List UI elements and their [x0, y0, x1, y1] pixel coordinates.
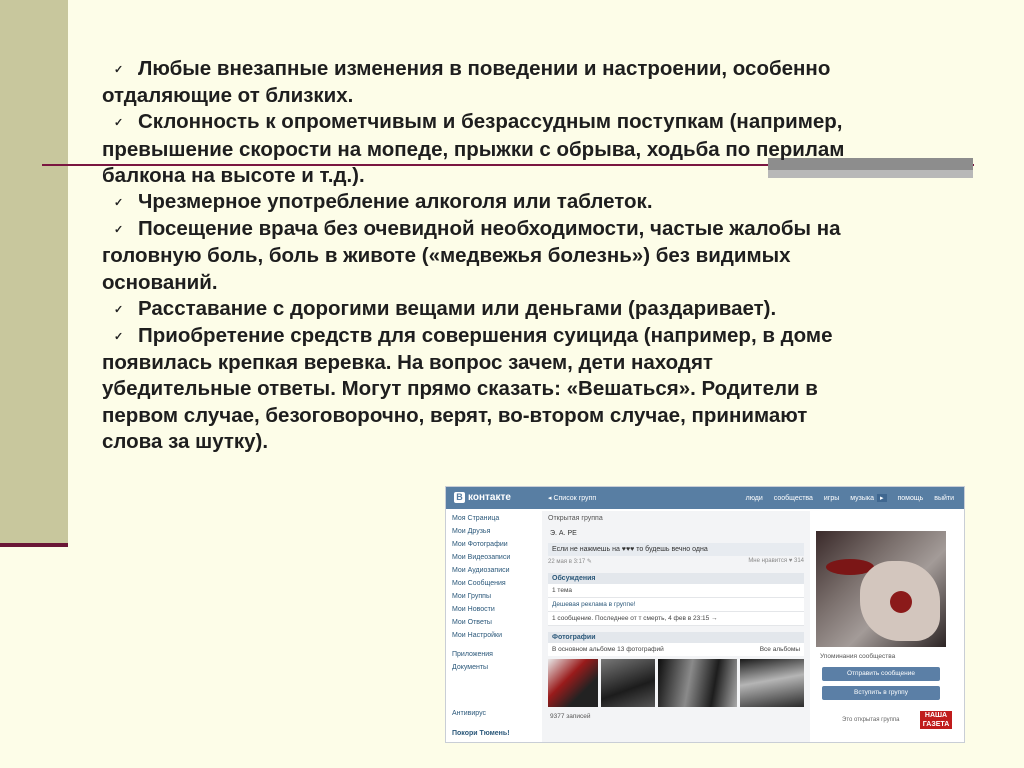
group-status: Если не нажмешь на ♥♥♥ то будешь вечно о…: [548, 543, 804, 556]
photo-thumb[interactable]: [740, 659, 804, 707]
list-item: ✓ Посещение врача без очевидной необходим…: [102, 216, 982, 243]
nav-logout[interactable]: выйти: [934, 495, 954, 502]
group-name: Э. А. РЕ: [550, 530, 577, 537]
sidebar-item-groups[interactable]: Мои Группы: [452, 593, 538, 606]
ad-antivirus[interactable]: Антивирус: [452, 710, 486, 717]
vk-logo[interactable]: Вконтакте: [454, 492, 511, 503]
nav-help[interactable]: помощь: [897, 495, 923, 502]
vk-group-right: Упоминания сообщества Отправить сообщени…: [816, 531, 952, 742]
posts-count: 9377 записей: [550, 713, 591, 720]
sidebar-item-messages[interactable]: Мои Сообщения: [452, 580, 538, 593]
back-to-groups-link[interactable]: ◂ Список групп: [548, 494, 596, 502]
join-group-button[interactable]: Вступить в группу: [822, 686, 940, 700]
check-icon: ✓: [114, 197, 124, 210]
send-message-button[interactable]: Отправить сообщение: [822, 667, 940, 681]
vk-header: Вконтакте ◂ Список групп люди сообщества…: [446, 487, 964, 509]
list-item: ✓ Расставание с дорогими вещами или деньг…: [102, 296, 982, 323]
sidebar-item-my-page[interactable]: Моя Страница: [452, 515, 538, 528]
check-icon: ✓: [114, 64, 124, 76]
discussions-header[interactable]: Обсуждения: [548, 573, 804, 584]
sidebar-item-apps[interactable]: Приложения: [452, 651, 538, 664]
open-group-note: Это открытая группа: [842, 717, 900, 723]
topic-link[interactable]: Дешевая реклама в группе!: [548, 598, 804, 612]
list-item: ✓ Любые внезапные изменения в поведении и…: [102, 56, 982, 83]
status-meta: 22 мая в 3:17 ✎ Мне нравится ♥ 314: [548, 558, 804, 565]
left-decor-line: [0, 543, 68, 547]
sidebar-item-answers[interactable]: Мои Ответы: [452, 619, 538, 632]
list-item: ✓ Чрезмерное употребление алкоголя или та…: [102, 189, 982, 216]
mentions-link[interactable]: Упоминания сообщества: [820, 653, 895, 660]
vk-sidebar: Моя Страница Мои Друзья Мои Фотографии М…: [452, 515, 538, 677]
photo-strip: [548, 659, 804, 707]
ad-tyumen[interactable]: Покори Тюмень!: [452, 730, 510, 737]
sidebar-item-friends[interactable]: Мои Друзья: [452, 528, 538, 541]
nav-music[interactable]: музыка: [850, 495, 874, 502]
like-button[interactable]: Мне нравится ♥ 314: [748, 558, 804, 565]
sidebar-item-documents[interactable]: Документы: [452, 664, 538, 677]
left-decor-band: [0, 0, 68, 546]
photo-thumb[interactable]: [548, 659, 598, 707]
sidebar-item-photos[interactable]: Мои Фотографии: [452, 541, 538, 554]
nav-communities[interactable]: сообщества: [774, 495, 813, 502]
group-avatar[interactable]: [816, 531, 946, 647]
sidebar-item-news[interactable]: Мои Новости: [452, 606, 538, 619]
check-icon: ✓: [114, 224, 124, 237]
group-type: Открытая группа: [548, 515, 603, 522]
list-item: ✓ Склонность к опрометчивым и безрассудны…: [102, 109, 982, 136]
check-icon: ✓: [114, 303, 124, 316]
sidebar-item-audio[interactable]: Мои Аудиозаписи: [452, 567, 538, 580]
list-item: ✓ Приобретение средств для совершения суи…: [102, 323, 982, 350]
bullet-list: ✓ Любые внезапные изменения в поведении и…: [102, 56, 982, 455]
nav-games[interactable]: игры: [824, 495, 839, 502]
discussions-count: 1 тема: [548, 584, 804, 598]
photo-thumb[interactable]: [657, 659, 738, 707]
sidebar-item-videos[interactable]: Мои Видеозаписи: [452, 554, 538, 567]
vk-group-main: Открытая группа Э. А. РЕ Если не нажмешь…: [542, 511, 810, 742]
topic-meta: 1 сообщение. Последнее от т смерть, 4 фе…: [548, 612, 804, 626]
all-albums-link[interactable]: Все альбомы: [760, 646, 800, 653]
photos-header[interactable]: Фотографии: [548, 632, 804, 643]
photo-thumb[interactable]: [600, 659, 655, 707]
nav-people[interactable]: люди: [746, 495, 763, 502]
vk-screenshot: Вконтакте ◂ Список групп люди сообщества…: [446, 487, 964, 742]
vk-top-nav: люди сообщества игры музыка ▸ помощь выйт…: [737, 494, 954, 502]
play-icon[interactable]: ▸: [877, 494, 887, 502]
sidebar-item-settings[interactable]: Мои Настройки: [452, 632, 538, 645]
photos-albums-row: В основном альбоме 13 фотографий Все аль…: [548, 643, 804, 656]
check-icon: ✓: [114, 117, 124, 130]
nasha-gazeta-logo: НАША ГАЗЕТА: [920, 711, 952, 729]
check-icon: ✓: [114, 331, 124, 344]
avatar-blood: [890, 591, 912, 613]
